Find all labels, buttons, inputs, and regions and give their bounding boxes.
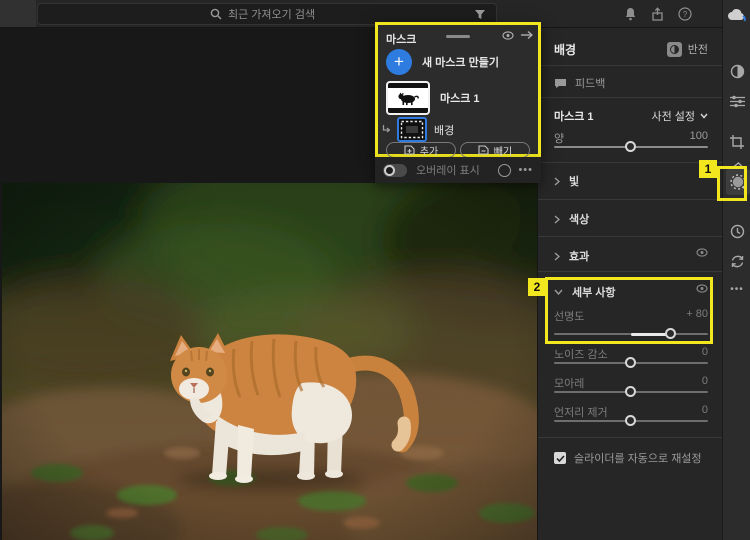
create-new-mask-button[interactable]: + 새 마스크 만들기 <box>386 49 499 75</box>
crop-icon[interactable] <box>723 129 750 155</box>
mask-add-button[interactable]: 추가 <box>386 142 456 158</box>
add-brush-icon <box>404 145 415 155</box>
menu-block[interactable] <box>0 0 36 27</box>
moire-slider[interactable] <box>554 386 708 397</box>
mask-item-1[interactable]: 마스크 1 <box>386 81 480 115</box>
section-light[interactable]: 빛 <box>554 173 708 189</box>
search-icon <box>210 8 222 20</box>
mask-1-label: 마스크 1 <box>440 93 480 105</box>
feedback-icon <box>554 78 567 89</box>
amount-slider-knob[interactable] <box>625 141 636 152</box>
section-color-label: 색상 <box>569 214 590 226</box>
invert-icon <box>666 41 682 57</box>
noise-reduction-slider-knob[interactable] <box>625 357 636 368</box>
defringe-slider[interactable] <box>554 415 708 426</box>
amount-slider[interactable] <box>554 141 708 152</box>
mask-subtract-button[interactable]: 빼기 <box>460 142 530 158</box>
preset-label: 사전 설정 <box>651 111 695 123</box>
auto-reset-label: 슬라이더를 자동으로 재설정 <box>574 453 702 465</box>
panel-header-row: 배경 반전 <box>554 41 708 58</box>
check-icon <box>555 454 565 462</box>
invert-label: 반전 <box>687 44 708 56</box>
annotation-box-detail-section <box>545 277 713 344</box>
section-color[interactable]: 색상 <box>554 211 708 227</box>
mask-name: 마스크 1 <box>554 111 594 123</box>
mask-popup-title: 마스크 <box>386 34 417 46</box>
overlay-toggle-label: 오버레이 표시 <box>416 165 480 177</box>
chevron-right-icon <box>554 176 560 186</box>
edit-icon[interactable] <box>723 58 750 84</box>
dock-arrow-icon[interactable] <box>521 30 533 40</box>
chevron-right-icon <box>554 214 560 224</box>
plus-icon: + <box>386 49 412 75</box>
effects-visibility-eye-icon[interactable] <box>696 248 708 257</box>
defringe-value: 0 <box>701 404 708 416</box>
top-bar: 최근 가져오기 검색 ? <box>0 0 722 28</box>
subtract-label: 빼기 <box>493 146 513 158</box>
sync-refresh-icon[interactable] <box>723 248 750 274</box>
presets-sliders-icon[interactable] <box>723 88 750 114</box>
feedback-label: 피드백 <box>575 78 606 90</box>
mask-name-row: 마스크 1 사전 설정 <box>554 108 708 124</box>
history-clock-icon[interactable] <box>723 218 750 244</box>
mask-popup: 마스크 + 새 마스크 만들기 마스크 1 배경 추가 빼기 <box>375 22 541 158</box>
section-effects[interactable]: 효과 <box>554 248 708 264</box>
overlay-toggle[interactable] <box>383 163 407 177</box>
moire-slider-knob[interactable] <box>625 386 636 397</box>
annotation-badge-1: 1 <box>699 160 717 178</box>
tool-rail: ••• <box>722 0 750 540</box>
color-swatch-icon[interactable] <box>498 163 512 177</box>
defringe-label: 언저리 제거 <box>554 407 608 419</box>
chevron-down-icon <box>700 113 708 119</box>
defringe-slider-knob[interactable] <box>625 415 636 426</box>
child-arrow-icon <box>382 124 390 133</box>
help-icon[interactable]: ? <box>678 7 692 21</box>
create-new-mask-label: 새 마스크 만들기 <box>422 57 499 69</box>
noise-reduction-value: 0 <box>701 346 708 358</box>
invert-button[interactable]: 반전 <box>666 41 708 57</box>
annotation-badge-2: 2 <box>528 278 546 296</box>
add-label: 추가 <box>419 146 439 158</box>
section-effects-label: 효과 <box>569 251 590 263</box>
panel-title: 배경 <box>554 43 577 57</box>
footer-more-icon[interactable]: ••• <box>518 164 533 176</box>
cloud-sync-icon[interactable] <box>723 2 750 28</box>
background-thumbnail <box>397 117 427 142</box>
background-mask-label: 배경 <box>434 124 455 137</box>
svg-text:?: ? <box>683 10 688 19</box>
auto-reset-checkbox[interactable] <box>554 452 566 464</box>
preset-dropdown[interactable]: 사전 설정 <box>651 108 708 124</box>
annotation-box-masking-tool <box>717 166 747 201</box>
amount-label: 양 <box>554 133 565 145</box>
subtract-brush-icon <box>478 145 489 155</box>
notifications-bell-icon[interactable] <box>624 7 637 21</box>
auto-reset-row: 슬라이더를 자동으로 재설정 <box>554 450 708 466</box>
drag-handle[interactable] <box>446 35 470 38</box>
mask-popup-footer: 오버레이 표시 ••• <box>375 157 541 183</box>
moire-label: 모아레 <box>554 378 585 390</box>
chevron-right-icon <box>554 251 560 261</box>
moire-value: 0 <box>701 375 708 387</box>
more-options-icon[interactable]: ••• <box>723 276 750 302</box>
search-placeholder: 최근 가져오기 검색 <box>228 9 316 21</box>
noise-reduction-label: 노이즈 감소 <box>554 349 608 361</box>
noise-reduction-slider[interactable] <box>554 357 708 368</box>
section-light-label: 빛 <box>569 176 580 188</box>
mask-visibility-eye-icon[interactable] <box>502 31 514 40</box>
filter-icon[interactable] <box>474 9 486 20</box>
feedback-button[interactable]: 피드백 <box>554 75 708 91</box>
lightroom-app-window: 최근 가져오기 검색 ? 배경 반전 피드백 마스크 1 사전 설정 양 100… <box>0 0 750 540</box>
mask-1-thumbnail <box>386 81 430 115</box>
photo-canvas[interactable] <box>2 183 537 540</box>
amount-value: 100 <box>689 130 708 142</box>
mask-item-background[interactable]: 배경 <box>382 117 454 142</box>
share-icon[interactable] <box>651 7 664 21</box>
